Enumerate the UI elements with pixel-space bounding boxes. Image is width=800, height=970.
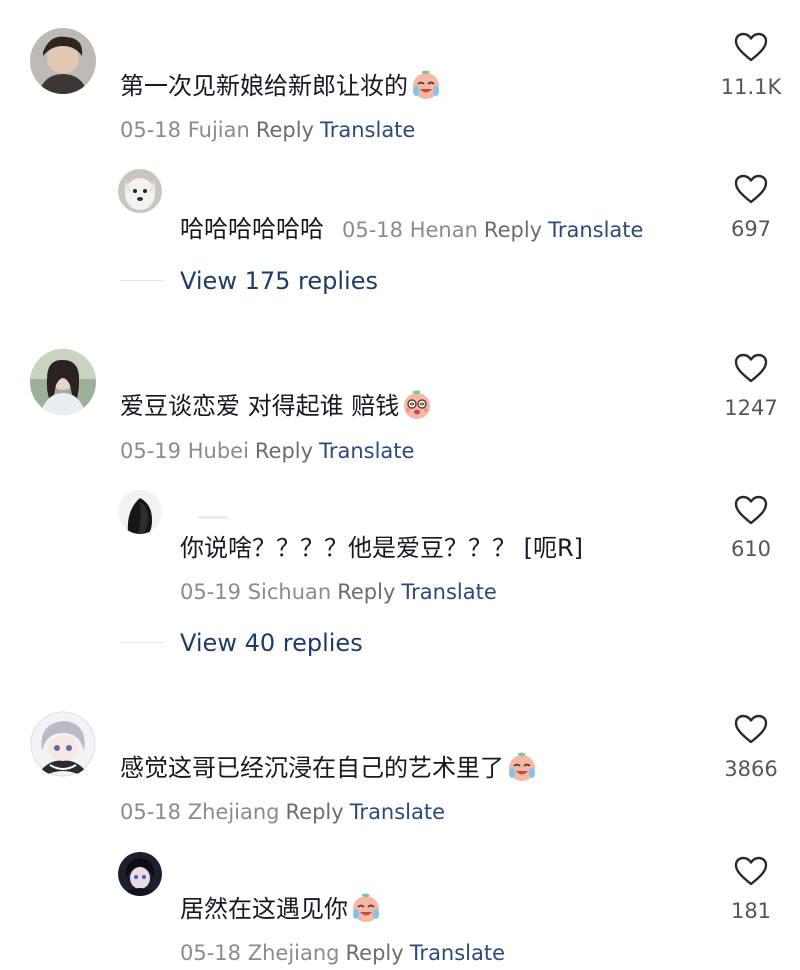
comment-text: 哈哈哈哈哈哈 [180,215,324,243]
comment-meta: 05-19 Hubei Reply Translate [120,438,414,464]
comment-location: Henan [409,218,478,242]
avatar[interactable] [30,28,96,94]
reply-button[interactable]: Reply [337,580,395,604]
heart-icon[interactable] [733,855,769,887]
translate-button[interactable]: Translate [350,800,445,824]
heart-icon[interactable] [733,713,769,745]
like-count: 181 [730,899,772,923]
crying-laugh-emoji-icon [410,69,442,101]
translate-button[interactable]: Translate [319,439,414,463]
comment-text-row: 爱豆谈恋爱 对得起谁 赔钱 [120,389,433,423]
reply-button[interactable]: Reply [346,941,404,965]
comment-text: 你说啥？？？？他是爱豆？？？ [呃R] [180,534,584,562]
comment-date: 05-18 [120,118,182,142]
comment-location: Fujian [187,118,250,142]
comment-text-row: 你说啥？？？？他是爱豆？？？ [呃R] [180,533,583,563]
like-count: 697 [730,217,772,241]
comment-meta: 05-18 Zhejiang Reply Translate [180,940,505,966]
comment-meta: 05-18 Zhejiang Reply Translate [120,799,445,825]
comment-location: Hubei [187,439,249,463]
drag-handle [198,516,228,519]
crying-laugh-emoji-icon [506,751,538,783]
like-count: 3866 [724,757,778,781]
comment-date: 05-18 [342,218,404,242]
comment-date: 05-19 [180,580,242,604]
like-count: 11.1K [720,75,782,99]
comment-location: Zhejiang [187,800,280,824]
like-count: 610 [730,537,772,561]
translate-button[interactable]: Translate [410,941,505,965]
avatar[interactable] [118,169,162,213]
reply-button[interactable]: Reply [484,218,542,242]
replies-divider [120,642,164,643]
view-replies-button[interactable]: View 40 replies [180,628,363,658]
dizzy-emoji-icon [401,389,433,421]
heart-icon[interactable] [733,494,769,526]
comment-date: 05-18 [120,800,182,824]
view-replies-button[interactable]: View 175 replies [180,266,378,296]
heart-icon[interactable] [733,352,769,384]
reply-row: 哈哈哈哈哈哈 [180,214,324,244]
comment-text: 居然在这遇见你 [180,895,348,923]
translate-button[interactable]: Translate [548,218,643,242]
avatar[interactable] [30,711,96,777]
comment-text-row: 居然在这遇见你 [180,892,382,926]
like-count: 1247 [724,396,778,420]
heart-icon[interactable] [733,31,769,63]
translate-button[interactable]: Translate [401,580,496,604]
comment-location: Zhejiang [247,941,340,965]
comment-text-row: 感觉这哥已经沉浸在自己的艺术里了 [120,751,538,785]
comment-text: 爱豆谈恋爱 对得起谁 赔钱 [120,392,400,420]
comment-date: 05-19 [120,439,182,463]
crying-laugh-emoji-icon [350,892,382,924]
avatar[interactable] [118,852,162,896]
comment-location: Sichuan [247,580,332,604]
comment-date: 05-18 [180,941,242,965]
comment-meta: 05-19 Sichuan Reply Translate [180,579,497,605]
translate-button[interactable]: Translate [320,118,415,142]
reply-button[interactable]: Reply [286,800,344,824]
avatar[interactable] [118,490,162,534]
comment-text: 第一次见新娘给新郎让妆的 [120,69,442,103]
avatar[interactable] [30,349,96,415]
reply-button[interactable]: Reply [256,118,314,142]
comment-text: 感觉这哥已经沉浸在自己的艺术里了 [120,754,504,782]
heart-icon[interactable] [733,173,769,205]
comment-meta: 05-18 Henan Reply Translate [342,217,643,243]
reply-button[interactable]: Reply [255,439,313,463]
comment-meta: 05-18 Fujian Reply Translate [120,117,415,143]
replies-divider [120,280,164,281]
